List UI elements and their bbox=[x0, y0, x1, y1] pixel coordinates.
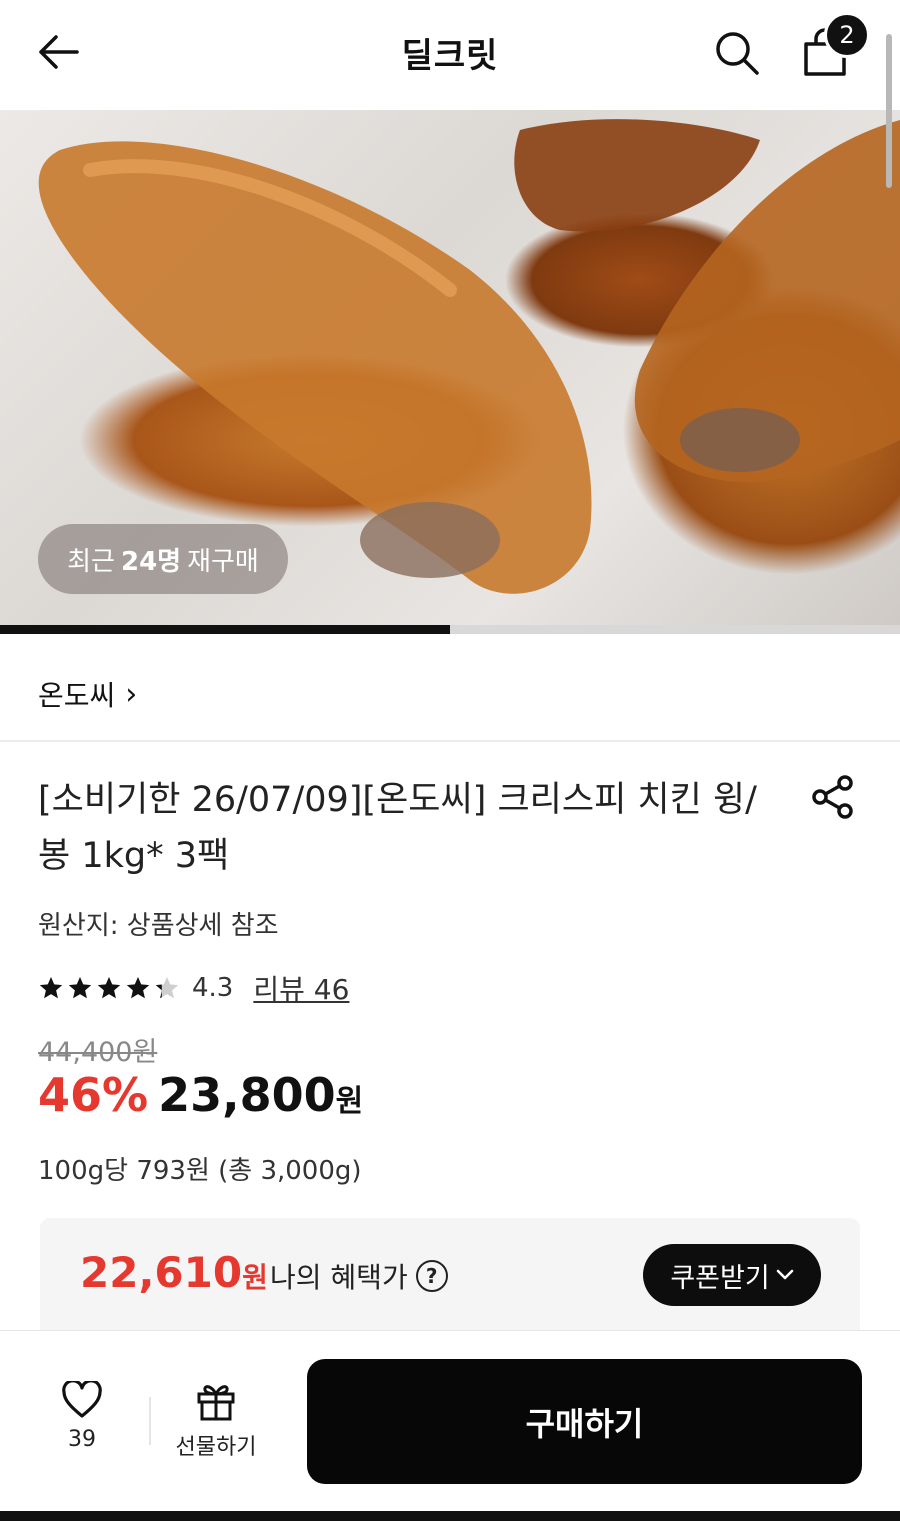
help-icon[interactable]: ? bbox=[415, 1260, 448, 1292]
star-icon bbox=[39, 977, 63, 999]
share-button[interactable] bbox=[806, 770, 860, 824]
benefit-label: 나의 혜택가 ? bbox=[270, 1256, 448, 1296]
star-icon bbox=[68, 977, 92, 999]
chevron-down-icon bbox=[776, 1269, 793, 1280]
chevron-right-icon: › bbox=[125, 676, 138, 712]
sale-price: 23,800 bbox=[158, 1068, 336, 1122]
rebuy-count: 24명 bbox=[120, 546, 182, 577]
star-icon bbox=[155, 977, 179, 999]
gift-label: 선물하기 bbox=[175, 1435, 257, 1460]
review-link[interactable]: 리뷰 46 bbox=[253, 968, 349, 1008]
carousel-progress bbox=[0, 625, 900, 634]
benefit-label-text: 나의 혜택가 bbox=[270, 1261, 408, 1294]
like-button[interactable]: 39 bbox=[40, 1379, 124, 1471]
benefit-panel: 22,610원 나의 혜택가 ? 쿠폰받기 bbox=[40, 1218, 860, 1330]
bottom-divider bbox=[149, 1397, 151, 1445]
original-price: 44,400원 bbox=[38, 1037, 158, 1068]
price-row: 46% 23,800 원 bbox=[38, 1068, 363, 1128]
benefit-price-value: 22,610 bbox=[80, 1248, 243, 1297]
home-indicator bbox=[0, 1511, 900, 1521]
like-count: 39 bbox=[68, 1427, 96, 1452]
top-app-bar: 딜크릿 2 bbox=[0, 0, 900, 110]
carousel-progress-fill bbox=[0, 625, 450, 634]
star-rating bbox=[38, 975, 180, 1001]
product-image-carousel[interactable]: 최근 24명 재구매 bbox=[0, 110, 900, 625]
scrollbar[interactable] bbox=[886, 34, 892, 188]
bottom-action-bar: 39 선물하기 구매하기 bbox=[0, 1330, 900, 1511]
benefit-price-unit: 원 bbox=[242, 1261, 268, 1294]
sale-price-unit: 원 bbox=[335, 1084, 364, 1119]
cart-count-badge: 2 bbox=[824, 12, 870, 58]
brand-link[interactable]: 온도씨 › bbox=[38, 672, 137, 716]
discount-rate: 46% bbox=[38, 1068, 149, 1122]
rating-value: 4.3 bbox=[192, 973, 234, 1003]
rating-row: 4.3 리뷰 46 bbox=[38, 968, 349, 1008]
coupon-button-label: 쿠폰받기 bbox=[670, 1262, 770, 1294]
star-icon bbox=[126, 977, 150, 999]
buy-button[interactable]: 구매하기 bbox=[307, 1359, 862, 1484]
origin-info: 원산지: 상품상세 참조 bbox=[38, 911, 279, 941]
share-icon bbox=[812, 775, 853, 819]
unit-price: 100g당 793원 (총 3,000g) bbox=[38, 1156, 362, 1186]
brand-name: 온도씨 bbox=[38, 679, 116, 712]
rebuy-prefix: 최근 bbox=[67, 546, 115, 577]
rebuy-badge: 최근 24명 재구매 bbox=[38, 524, 288, 594]
product-title: [소비기한 26/07/09][온도씨] 크리스피 치킨 윙/봉 1kg* 3팩 bbox=[38, 780, 757, 876]
coupon-button[interactable]: 쿠폰받기 bbox=[643, 1244, 821, 1306]
search-button[interactable] bbox=[706, 22, 768, 84]
search-icon bbox=[716, 32, 759, 75]
benefit-price: 22,610원 bbox=[80, 1248, 268, 1297]
heart-icon bbox=[62, 1379, 102, 1418]
gift-icon bbox=[197, 1385, 235, 1421]
section-divider bbox=[0, 740, 900, 742]
star-icon bbox=[97, 977, 121, 999]
gift-button[interactable]: 선물하기 bbox=[166, 1381, 266, 1471]
rebuy-suffix: 재구매 bbox=[187, 546, 259, 577]
